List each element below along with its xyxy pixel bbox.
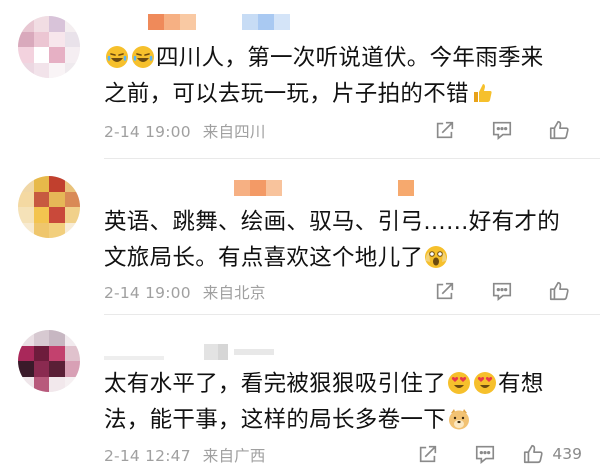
like-button[interactable]: 439 (521, 442, 582, 466)
avatar[interactable] (18, 16, 80, 78)
laughing-tears-emoji (131, 45, 155, 69)
like-icon[interactable] (547, 118, 571, 142)
avatar[interactable] (18, 176, 80, 238)
thumbs-up-emoji (470, 81, 494, 105)
timestamp: 2-14 12:47 (104, 447, 191, 465)
comment-icon[interactable] (473, 442, 497, 466)
username[interactable] (104, 180, 414, 196)
comment-text: 太有水平了，看完被狠狠吸引住了 有想 法，能干事，这样的局长多卷一下 (104, 366, 594, 438)
location: 来自四川 (202, 123, 266, 141)
timestamp: 2-14 19:00 (104, 123, 191, 141)
heart-eyes-emoji (447, 371, 471, 395)
comment-line: 太有水平了，看完被狠狠吸引住了 (104, 371, 447, 397)
laughing-tears-emoji (105, 45, 129, 69)
comment-icon[interactable] (490, 279, 514, 303)
like-count: 439 (552, 445, 582, 463)
comment-icon[interactable] (490, 118, 514, 142)
comment-text: 四川人，第一次听说道伏。今年雨季来 之前，可以去玩一玩，片子拍的不错 (104, 40, 594, 112)
divider (104, 314, 600, 315)
comment-line: 文旅局长。有点喜欢这个地儿了 (104, 245, 424, 271)
comment-2: 英语、跳舞、绘画、驭马、引弓……好有才的 文旅局长。有点喜欢这个地儿了 2-14… (0, 160, 600, 310)
location: 来自北京 (202, 284, 266, 302)
comment-actions (400, 279, 578, 303)
share-icon[interactable] (433, 118, 457, 142)
share-icon[interactable] (433, 279, 457, 303)
comment-text: 英语、跳舞、绘画、驭马、引弓……好有才的 文旅局长。有点喜欢这个地儿了 (104, 204, 594, 276)
doge-emoji (447, 407, 471, 431)
timestamp: 2-14 19:00 (104, 284, 191, 302)
comment-actions (400, 118, 578, 142)
comment-meta: 2-14 19:00 来自北京 (104, 281, 266, 303)
comment-line: 四川人，第一次听说道伏。今年雨季来 (156, 45, 544, 71)
comment-line: 之前，可以去玩一玩，片子拍的不错 (104, 81, 469, 107)
share-icon[interactable] (416, 442, 440, 466)
heart-eyes-emoji (473, 371, 497, 395)
comment-line: 有想 (498, 371, 544, 397)
username[interactable] (104, 14, 290, 30)
username[interactable] (104, 344, 274, 360)
avatar[interactable] (18, 330, 80, 392)
comment-3: 太有水平了，看完被狠狠吸引住了 有想 法，能干事，这样的局长多卷一下 2-14 1… (0, 316, 600, 475)
like-icon[interactable] (547, 279, 571, 303)
like-button[interactable] (547, 118, 578, 142)
comment-line: 法，能干事，这样的局长多卷一下 (104, 407, 447, 433)
like-button[interactable] (547, 279, 578, 303)
comment-meta: 2-14 12:47 来自广西 (104, 444, 266, 466)
location: 来自广西 (202, 447, 266, 465)
divider (104, 158, 600, 159)
like-icon[interactable] (521, 442, 545, 466)
screaming-face-emoji (424, 245, 448, 269)
comment-meta: 2-14 19:00 来自四川 (104, 120, 266, 142)
comment-1: 四川人，第一次听说道伏。今年雨季来 之前，可以去玩一玩，片子拍的不错 2-14 … (0, 0, 600, 152)
comment-line: 英语、跳舞、绘画、驭马、引弓……好有才的 (104, 209, 561, 235)
comment-actions: 439 (383, 442, 582, 466)
